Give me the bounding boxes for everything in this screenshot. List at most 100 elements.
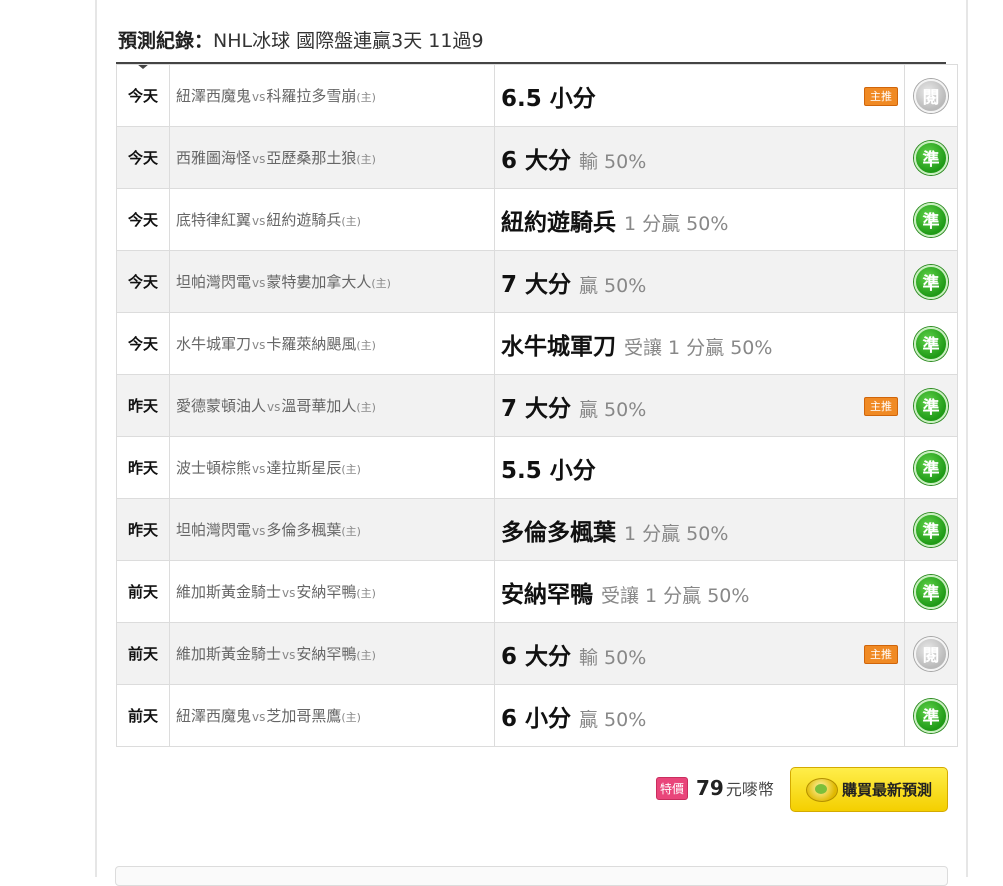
home-tag: (主) — [341, 463, 361, 476]
pick-main: 6.5 小分 — [501, 85, 596, 112]
home-tag: (主) — [341, 711, 361, 724]
day-cell: 今天 — [116, 250, 170, 313]
home-tag: (主) — [356, 401, 376, 414]
vs-label: vs — [252, 338, 266, 352]
pick-main: 紐約遊騎兵 — [501, 209, 616, 236]
pick-cell: 多倫多楓葉 1 分贏 50% — [494, 498, 905, 561]
pick-main: 6 大分 — [501, 147, 572, 174]
home-team: 芝加哥黑鷹 — [266, 707, 342, 725]
day-cell: 今天 — [116, 312, 170, 375]
pick-detail: 輸 50% — [579, 150, 647, 173]
pick-main: 安納罕鴨 — [501, 581, 593, 608]
result-cell: 準 — [904, 684, 958, 747]
record-title-text: NHL冰球 國際盤連贏3天 11過9 — [213, 30, 484, 52]
record-title: 預測紀錄：NHL冰球 國際盤連贏3天 11過9 — [118, 26, 484, 52]
home-team: 溫哥華加人 — [281, 397, 357, 415]
result-cell: 準 — [904, 436, 958, 499]
pick-detail: 贏 50% — [579, 274, 647, 297]
unevaluated-icon: 閱 — [914, 636, 948, 671]
pick-detail: 1 分贏 50% — [624, 212, 729, 235]
match-cell: 坦帕灣閃電vs蒙特婁加拿大人(主) — [169, 250, 495, 313]
home-tag: (主) — [356, 91, 376, 104]
pick-cell: 水牛城軍刀 受讓 1 分贏 50% — [494, 312, 905, 375]
away-team: 底特律紅翼 — [176, 211, 252, 229]
check-correct-icon: 準 — [914, 574, 948, 609]
home-tag: (主) — [356, 649, 376, 662]
day-cell: 今天 — [116, 126, 170, 189]
check-correct-icon: 準 — [914, 264, 948, 299]
away-team: 坦帕灣閃電 — [176, 273, 252, 291]
next-section-box — [115, 866, 948, 886]
home-tag: (主) — [356, 339, 376, 352]
vs-label: vs — [282, 648, 296, 662]
pick-cell: 5.5 小分 — [494, 436, 905, 499]
pick-detail: 受讓 1 分贏 50% — [624, 336, 773, 359]
match-cell: 波士頓棕熊vs達拉斯星辰(主) — [169, 436, 495, 499]
day-cell: 前天 — [116, 622, 170, 685]
day-cell: 昨天 — [116, 374, 170, 437]
record-title-label: 預測紀錄： — [118, 30, 214, 52]
check-correct-icon: 準 — [914, 140, 948, 175]
pick-cell: 7 大分贏 50% — [494, 250, 905, 313]
home-team: 蒙特婁加拿大人 — [266, 273, 372, 291]
pick-cell: 6.5 小分 主推 — [494, 64, 905, 127]
pick-main: 6 大分 — [501, 643, 572, 670]
buy-button-label: 購買最新預測 — [841, 781, 932, 799]
record-row: 前天 維加斯黃金騎士vs安納罕鴨(主) 安納罕鴨 受讓 1 分贏 50% 準 — [116, 560, 958, 623]
check-correct-icon: 準 — [914, 450, 948, 485]
pick-main: 7 大分 — [501, 395, 572, 422]
match-cell: 坦帕灣閃電vs多倫多楓葉(主) — [169, 498, 495, 561]
vs-label: vs — [282, 586, 296, 600]
home-tag: (主) — [356, 153, 376, 166]
pick-cell: 7 大分贏 50% 主推 — [494, 374, 905, 437]
pick-cell: 6 小分贏 50% — [494, 684, 905, 747]
record-row: 昨天 坦帕灣閃電vs多倫多楓葉(主) 多倫多楓葉 1 分贏 50% 準 — [116, 498, 958, 561]
home-tag: (主) — [341, 215, 361, 228]
home-team: 亞歷桑那土狼 — [266, 149, 357, 167]
unevaluated-icon: 閱 — [914, 78, 948, 113]
away-team: 維加斯黃金騎士 — [176, 583, 282, 601]
vs-label: vs — [252, 276, 266, 290]
day-cell: 前天 — [116, 684, 170, 747]
pick-cell: 6 大分輸 50% 主推 — [494, 622, 905, 685]
result-cell: 準 — [904, 126, 958, 189]
match-cell: 維加斯黃金騎士vs安納罕鴨(主) — [169, 560, 495, 623]
home-team: 安納罕鴨 — [296, 583, 357, 601]
vs-label: vs — [252, 710, 266, 724]
record-row: 昨天 波士頓棕熊vs達拉斯星辰(主) 5.5 小分 準 — [116, 436, 958, 499]
home-team: 多倫多楓葉 — [266, 521, 342, 539]
home-team: 紐約遊騎兵 — [266, 211, 342, 229]
day-cell: 昨天 — [116, 436, 170, 499]
home-team: 科羅拉多雪崩 — [266, 87, 357, 105]
price-value: 79 — [696, 776, 724, 800]
record-row: 今天 坦帕灣閃電vs蒙特婁加拿大人(主) 7 大分贏 50% 準 — [116, 250, 958, 313]
home-team: 達拉斯星辰 — [266, 459, 342, 477]
day-cell: 今天 — [116, 64, 170, 127]
home-tag: (主) — [341, 525, 361, 538]
buy-latest-prediction-button[interactable]: 購買最新預測 — [790, 767, 948, 812]
price-unit: 元嘜幣 — [725, 780, 774, 799]
match-cell: 紐澤西魔鬼vs科羅拉多雪崩(主) — [169, 64, 495, 127]
record-row: 今天 紐澤西魔鬼vs科羅拉多雪崩(主) 6.5 小分 主推閱 — [116, 64, 958, 127]
pick-cell: 安納罕鴨 受讓 1 分贏 50% — [494, 560, 905, 623]
home-tag: (主) — [371, 277, 391, 290]
result-cell: 準 — [904, 498, 958, 561]
pick-detail: 贏 50% — [579, 708, 647, 731]
pick-cell: 紐約遊騎兵 1 分贏 50% — [494, 188, 905, 251]
check-correct-icon: 準 — [914, 202, 948, 237]
match-cell: 愛德蒙頓油人vs溫哥華加人(主) — [169, 374, 495, 437]
result-cell: 準 — [904, 188, 958, 251]
result-cell: 準 — [904, 560, 958, 623]
vs-label: vs — [252, 524, 266, 538]
pick-detail: 輸 50% — [579, 646, 647, 669]
coin-icon — [805, 777, 838, 802]
result-cell: 閱 — [904, 64, 958, 127]
record-row: 前天 紐澤西魔鬼vs芝加哥黑鷹(主) 6 小分贏 50% 準 — [116, 684, 958, 747]
match-cell: 水牛城軍刀vs卡羅萊納颶風(主) — [169, 312, 495, 375]
away-team: 坦帕灣閃電 — [176, 521, 252, 539]
check-correct-icon: 準 — [914, 698, 948, 733]
pick-main: 5.5 小分 — [501, 457, 596, 484]
away-team: 紐澤西魔鬼 — [176, 707, 252, 725]
away-team: 愛德蒙頓油人 — [176, 397, 267, 415]
result-cell: 準 — [904, 312, 958, 375]
